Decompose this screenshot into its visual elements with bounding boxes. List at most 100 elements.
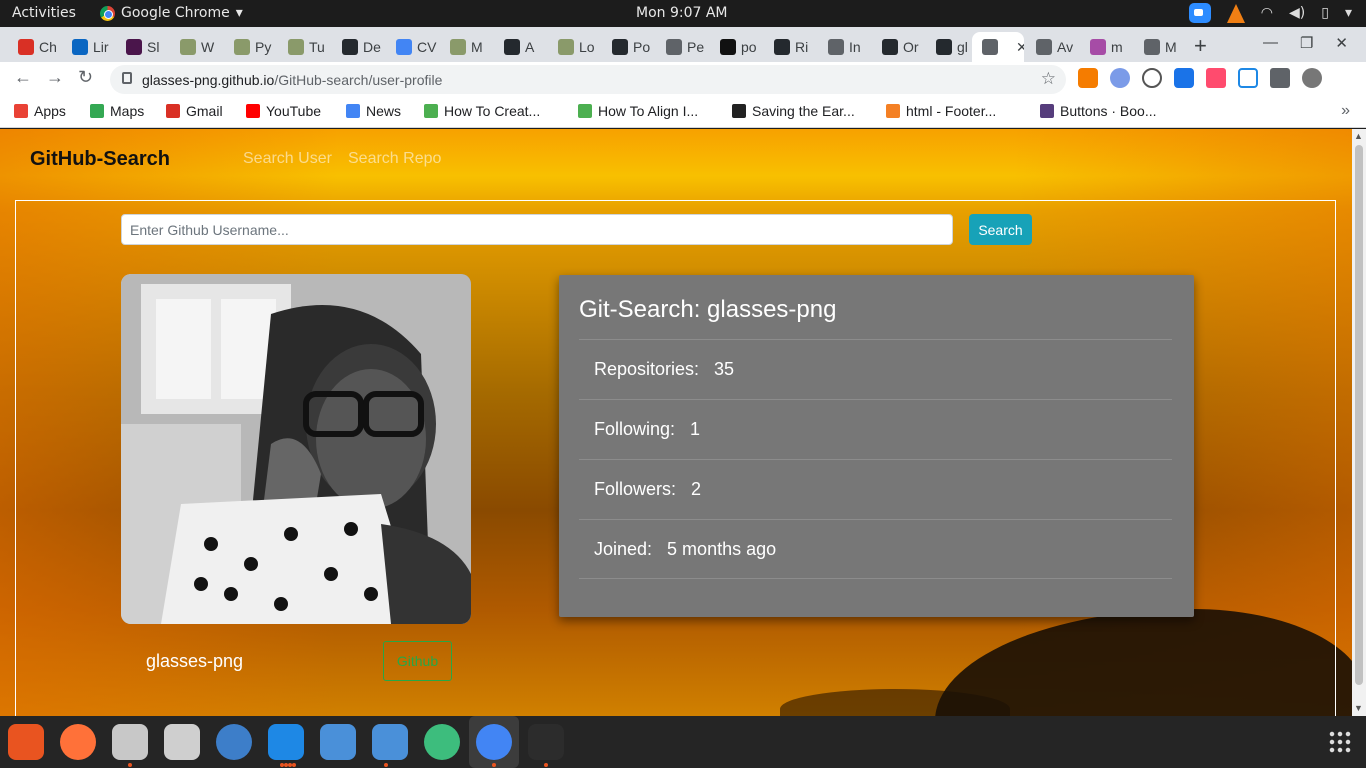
bookmark-item[interactable]: How To Creat... bbox=[424, 103, 540, 119]
help-icon[interactable] bbox=[216, 724, 252, 760]
browser-tab[interactable]: In bbox=[818, 32, 870, 62]
software-center-icon[interactable] bbox=[8, 724, 44, 760]
vscode-icon[interactable] bbox=[268, 724, 304, 760]
address-bar[interactable]: glasses-png.github.io/GitHub-search/user… bbox=[110, 65, 1066, 94]
browser-tab[interactable]: CV bbox=[386, 32, 438, 62]
bookmark-item[interactable]: YouTube bbox=[246, 103, 321, 119]
scrollbar-thumb[interactable] bbox=[1355, 145, 1363, 685]
files-icon[interactable] bbox=[112, 724, 148, 760]
document-viewer-icon[interactable] bbox=[320, 724, 356, 760]
zoom-icon[interactable] bbox=[1188, 3, 1211, 23]
extension-feather-icon[interactable] bbox=[1110, 68, 1130, 88]
url-text[interactable]: glasses-png.github.io/GitHub-search/user… bbox=[142, 72, 442, 88]
browser-tab[interactable]: Pe bbox=[656, 32, 708, 62]
stat-label: Joined: bbox=[594, 538, 653, 559]
search-button[interactable]: Search bbox=[969, 214, 1032, 245]
forward-icon[interactable]: → bbox=[46, 67, 64, 88]
extension-arrow-icon[interactable] bbox=[1206, 68, 1226, 88]
close-tab-icon[interactable]: ✕ bbox=[1016, 39, 1024, 56]
nav-search-user[interactable]: Search User bbox=[243, 150, 332, 168]
extension-screen-icon[interactable] bbox=[1174, 68, 1194, 88]
browser-tab[interactable]: gl bbox=[926, 32, 978, 62]
restore-icon[interactable]: ❐ bbox=[1300, 34, 1313, 52]
profile-avatar[interactable] bbox=[1302, 68, 1322, 88]
battery-icon[interactable]: ▯ bbox=[1321, 5, 1329, 21]
browser-tab[interactable]: De bbox=[332, 32, 384, 62]
vlc-icon[interactable] bbox=[1226, 3, 1245, 23]
extensions-area bbox=[1078, 68, 1322, 88]
lock-icon[interactable] bbox=[122, 72, 132, 84]
volume-icon[interactable]: ◀) bbox=[1289, 5, 1305, 21]
extension-n-icon[interactable] bbox=[1238, 68, 1258, 88]
bookmark-item[interactable]: How To Align I... bbox=[578, 103, 698, 119]
window-controls: — ❐ ✕ bbox=[1263, 34, 1348, 52]
tab-label: M bbox=[1165, 39, 1177, 55]
activities-button[interactable]: Activities bbox=[12, 5, 76, 21]
page-scrollbar[interactable]: ▲ ▼ bbox=[1352, 129, 1366, 716]
extension-code-icon[interactable] bbox=[1142, 68, 1162, 88]
wifi-icon[interactable]: ◠ bbox=[1261, 5, 1273, 21]
clock[interactable]: Mon 9:07 AM bbox=[636, 5, 728, 21]
terminal-icon[interactable] bbox=[528, 724, 564, 760]
browser-tab[interactable]: M bbox=[1134, 32, 1186, 62]
browser-tab[interactable]: A bbox=[494, 32, 546, 62]
chevron-down-icon[interactable]: ▾ bbox=[1345, 5, 1352, 21]
stats-list: Repositories: 35 Following: 1 Followers: 2 … bbox=[579, 339, 1172, 579]
browser-tab[interactable]: Lo bbox=[548, 32, 600, 62]
browser-tab[interactable]: M bbox=[440, 32, 492, 62]
mail-icon[interactable] bbox=[372, 724, 408, 760]
bookmark-item[interactable]: Apps bbox=[14, 103, 66, 119]
nav-search-repo[interactable]: Search Repo bbox=[348, 150, 441, 168]
browser-tab[interactable]: Py bbox=[224, 32, 276, 62]
browser-tab[interactable]: Po bbox=[602, 32, 654, 62]
atom-icon[interactable] bbox=[424, 724, 460, 760]
browser-tab[interactable]: Ch bbox=[8, 32, 60, 62]
github-profile-button[interactable]: Github bbox=[383, 641, 452, 681]
chrome-icon[interactable] bbox=[476, 724, 512, 760]
tab-label: po bbox=[741, 39, 757, 55]
stat-followers: Followers: 2 bbox=[579, 459, 1172, 519]
extension-key-icon[interactable] bbox=[1078, 68, 1098, 88]
bookmark-item[interactable]: Saving the Ear... bbox=[732, 103, 855, 119]
scroll-up-icon[interactable]: ▲ bbox=[1354, 131, 1363, 141]
bookmark-item[interactable]: News bbox=[346, 103, 401, 119]
back-icon[interactable]: ← bbox=[14, 67, 32, 88]
app-menu[interactable]: Google Chrome ▾ bbox=[100, 5, 243, 21]
browser-tab[interactable]: po bbox=[710, 32, 762, 62]
new-tab-button[interactable]: + bbox=[1194, 33, 1207, 59]
url-path: /GitHub-search/user-profile bbox=[274, 72, 443, 88]
browser-tab[interactable]: Or bbox=[872, 32, 924, 62]
maps-pin-icon bbox=[90, 104, 104, 118]
show-applications-icon[interactable] bbox=[1328, 730, 1352, 754]
close-icon[interactable]: ✕ bbox=[1335, 34, 1348, 52]
browser-tab[interactable]: W bbox=[170, 32, 222, 62]
minimize-icon[interactable]: — bbox=[1263, 34, 1278, 52]
scroll-down-icon[interactable]: ▼ bbox=[1354, 703, 1363, 713]
browser-tab[interactable]: Ri bbox=[764, 32, 816, 62]
webcam-icon[interactable] bbox=[164, 724, 200, 760]
bookmark-item[interactable]: Maps bbox=[90, 103, 144, 119]
firefox-icon[interactable] bbox=[60, 724, 96, 760]
tab-label: Po bbox=[633, 39, 651, 55]
site-brand[interactable]: GitHub-Search bbox=[30, 148, 170, 171]
bookmark-item[interactable]: Gmail bbox=[166, 103, 223, 119]
bookmark-item[interactable]: html - Footer... bbox=[886, 103, 996, 119]
gmail-icon bbox=[18, 39, 34, 55]
browser-tab[interactable]: m bbox=[1080, 32, 1132, 62]
browser-tab[interactable]: Sl bbox=[116, 32, 168, 62]
reload-icon[interactable]: ↻ bbox=[78, 67, 93, 88]
bootstrap-icon bbox=[1040, 104, 1054, 118]
browser-tab[interactable]: ✕ bbox=[972, 32, 1024, 62]
web-page: GitHub-Search Search User Search Repo Se… bbox=[0, 129, 1352, 716]
system-tray[interactable]: ◠ ◀) ▯ ▾ bbox=[1188, 3, 1352, 23]
palm-icon bbox=[288, 39, 304, 55]
browser-tab[interactable]: Av bbox=[1026, 32, 1078, 62]
username-search-input[interactable] bbox=[121, 214, 953, 245]
chevron-right-icon[interactable]: » bbox=[1341, 102, 1350, 120]
stat-value: 5 months ago bbox=[667, 538, 777, 559]
puzzle-icon[interactable] bbox=[1270, 68, 1290, 88]
browser-tab[interactable]: Tu bbox=[278, 32, 330, 62]
bookmark-star-icon[interactable]: ☆ bbox=[1041, 69, 1056, 89]
bookmark-item[interactable]: Buttons · Boo... bbox=[1040, 103, 1157, 119]
browser-tab[interactable]: Lir bbox=[62, 32, 114, 62]
